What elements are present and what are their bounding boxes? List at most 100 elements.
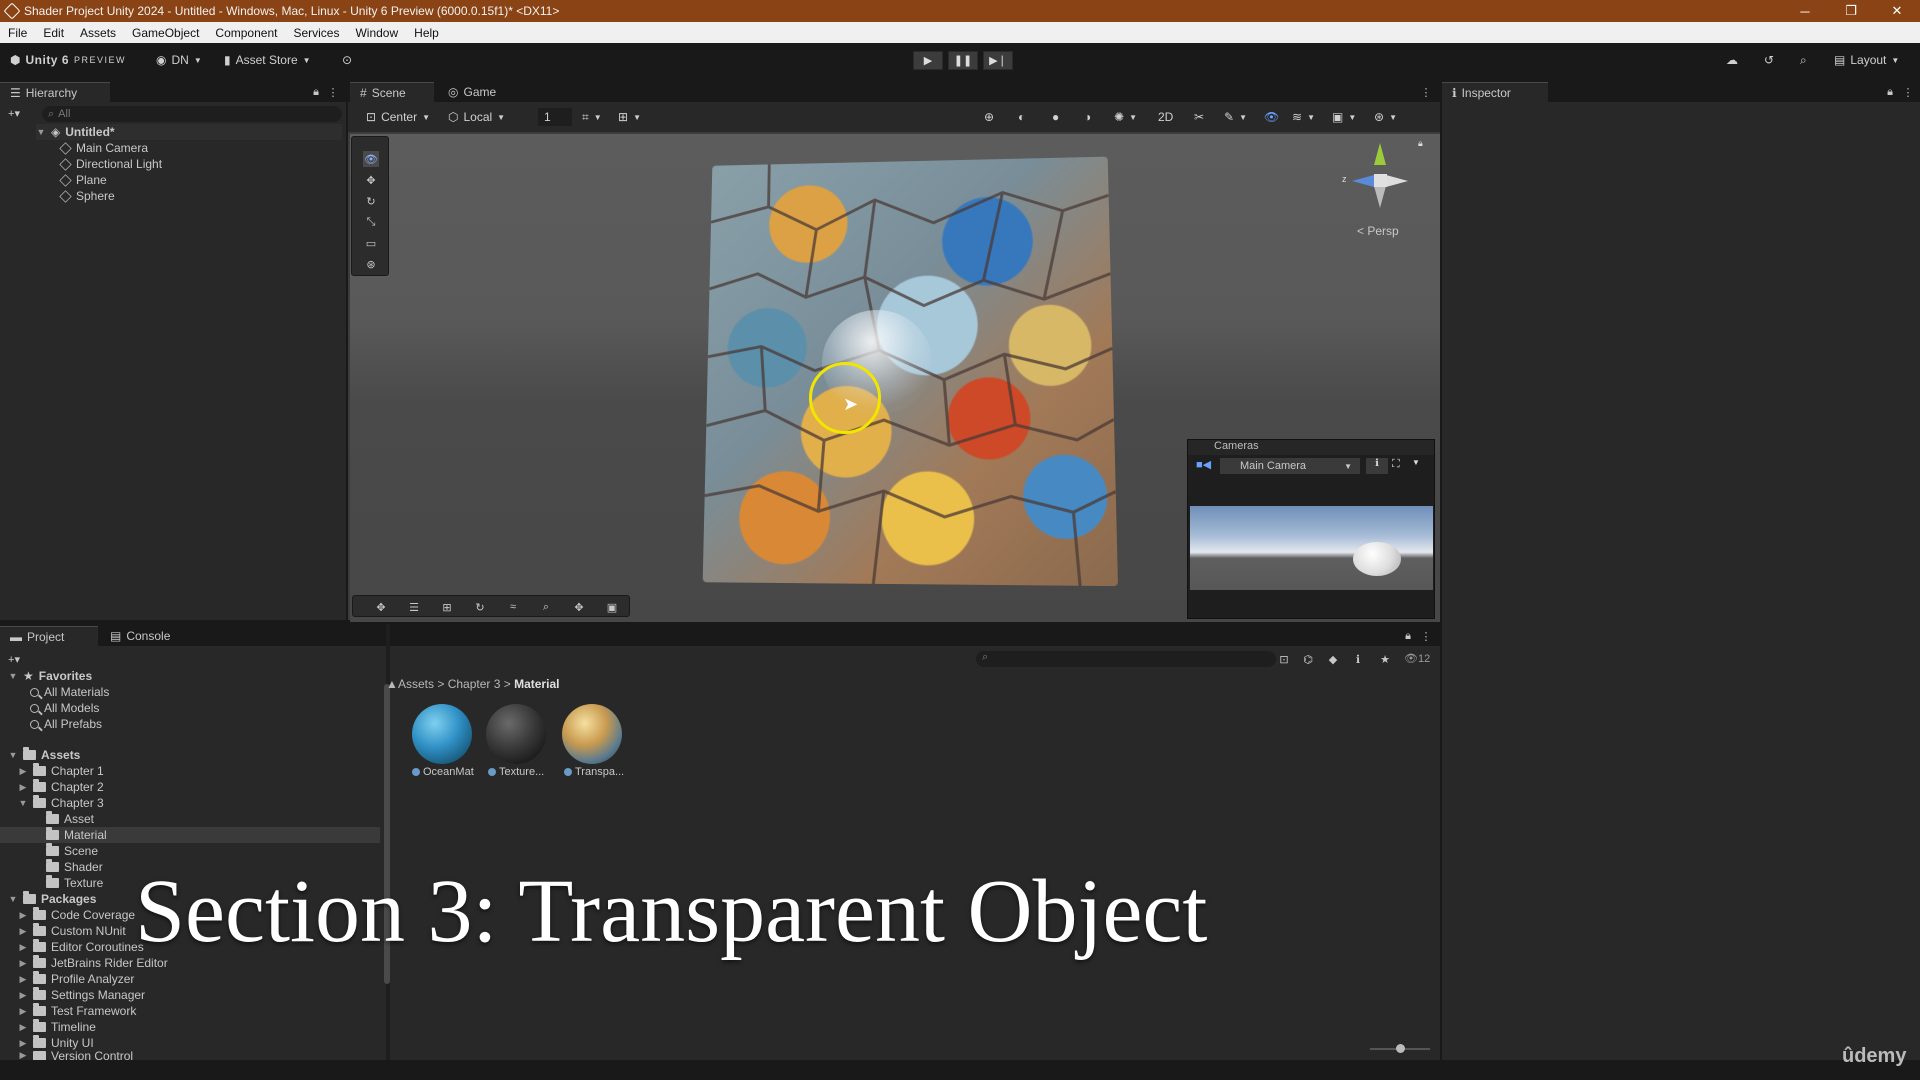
wireframe-icon[interactable]: ◐ [1018,108,1025,126]
asset-store-dropdown[interactable]: ▮ Asset Store ▼ [224,51,311,69]
package-custom-nunit[interactable]: ▶ Custom NUnit [18,923,126,939]
package-editor-coroutines[interactable]: ▶ Editor Coroutines [18,939,144,955]
2d-toggle-icon[interactable]: 2D [1158,108,1173,126]
rotate-snap-icon[interactable]: ↻ [472,599,488,615]
thumbnail-size-slider-handle[interactable] [1396,1044,1405,1053]
screenshot-icon[interactable]: ▣ [604,599,620,615]
package-unity-ui[interactable]: ▶ Unity UI [18,1035,94,1051]
visibility-icon[interactable]: 👁︎ [1264,108,1279,126]
package-test-framework[interactable]: ▶ Test Framework [18,1003,136,1019]
step-button[interactable]: ▶❘ [983,51,1013,70]
package-profile-analyzer[interactable]: ▶ Profile Analyzer [18,971,134,987]
grid-toggle-dropdown[interactable]: ⊞ ▼ [618,108,641,126]
pause-button[interactable]: ❚❚ [948,51,978,70]
folder-asset[interactable]: Asset [46,811,94,827]
lock-icon[interactable]: 🔒︎ [1882,84,1898,100]
star-icon[interactable]: ★ [1377,651,1393,667]
hierarchy-search-input[interactable]: ⌕ All [42,106,342,122]
tab-console[interactable]: ▤ Console [100,626,192,646]
add-object-button[interactable]: +▾ [6,105,22,121]
cloud-services-icon[interactable]: ⊙ [342,51,352,69]
material-label-transparent[interactable]: Transpa... [564,766,624,778]
hierarchy-item-plane[interactable]: Plane [60,172,107,188]
lock-icon[interactable]: 🔒︎ [308,84,324,100]
view-tool-icon[interactable]: 👁︎ [363,151,379,167]
rect-tool-icon[interactable]: ▭ [363,235,379,251]
surface-snap-icon[interactable]: ≈ [505,599,521,615]
material-label-oceanmat[interactable]: OceanMat [412,766,474,778]
history-icon[interactable]: ↺ [1764,51,1774,69]
effects-dropdown[interactable]: ✎ ▼ [1224,108,1247,126]
search-icon[interactable]: ⌕ [1800,51,1807,69]
camera-info-icon[interactable]: ℹ [1366,458,1388,474]
neg-y-axis-cone-icon[interactable] [1374,186,1386,208]
tab-inspector[interactable]: ℹ Inspector [1442,82,1548,102]
search-by-type-icon[interactable]: ⊡ [1276,651,1292,667]
tab-hierarchy[interactable]: ☰ Hierarchy [0,82,110,102]
account-dropdown[interactable]: ◉ DN ▼ [156,51,202,69]
menu-edit[interactable]: Edit [35,26,72,40]
kebab-menu-icon[interactable]: ⋮ [1418,628,1434,644]
y-axis-cone-icon[interactable] [1374,143,1386,165]
package-version-control[interactable]: ▶ Version Control [18,1051,133,1060]
grid-align-icon[interactable]: ⊞ [439,599,455,615]
tag-icon[interactable]: ◆ [1325,651,1341,667]
camera-settings-dropdown[interactable]: ▣ ▼ [1332,108,1356,126]
orientation-icon[interactable]: ⊕ [984,108,994,126]
camera-maximize-icon[interactable]: ⛶ [1392,458,1410,474]
material-thumbnail-transparent[interactable] [562,704,622,764]
gizmo-center-cube-icon[interactable] [1374,174,1387,187]
material-thumbnail-oceanmat[interactable] [412,704,472,764]
gizmos-dropdown[interactable]: ⊛ ▼ [1374,108,1397,126]
hierarchy-item-directional-light[interactable]: Directional Light [60,156,162,172]
assets-header[interactable]: ▼ Assets [8,747,80,763]
grid-size-field[interactable]: 1 [538,108,572,126]
x-axis-cone-icon[interactable] [1386,175,1408,187]
menu-window[interactable]: Window [347,26,406,40]
tab-scene[interactable]: # Scene [350,82,434,102]
scene-root-item[interactable]: ▼ ◈ Untitled* [36,124,342,140]
kebab-menu-icon[interactable]: ⋮ [1900,84,1916,100]
material-thumbnail-texture[interactable] [486,704,546,764]
kebab-menu-icon[interactable]: ⋮ [325,84,341,100]
menu-gameobject[interactable]: GameObject [124,26,207,40]
cloud-icon[interactable]: ☁ [1726,51,1738,69]
breadcrumb-material[interactable]: Material [514,677,559,691]
breadcrumb-assets[interactable]: Assets [398,677,434,691]
close-button[interactable]: ✕ [1874,0,1920,22]
layout-dropdown[interactable]: ▤ Layout ▼ [1834,51,1899,69]
folder-material[interactable]: Material [46,827,107,843]
search-by-label-icon[interactable]: ⌬ [1300,651,1316,667]
material-label-texture[interactable]: Texture... [488,766,544,778]
hierarchy-item-main-camera[interactable]: Main Camera [60,140,148,156]
minimize-button[interactable]: ─ [1782,0,1828,22]
align-icon[interactable]: ☰ [406,599,422,615]
grid-snap-dropdown[interactable]: ⌗ ▼ [582,108,602,126]
restore-button[interactable]: ❐ [1828,0,1874,22]
play-button[interactable]: ▶ [913,51,943,70]
folder-shader[interactable]: Shader [46,859,103,875]
tab-game[interactable]: ◎ Game [438,82,508,102]
menu-component[interactable]: Component [207,26,285,40]
move-tool-icon[interactable]: ✥ [363,172,379,188]
project-search-input[interactable]: ⌕ [976,651,1276,667]
folder-chapter-1[interactable]: ▶ Chapter 1 [18,763,104,779]
package-code-coverage[interactable]: ▶ Code Coverage [18,907,135,923]
folder-scene[interactable]: Scene [46,843,98,859]
pan-icon[interactable]: ✥ [571,599,587,615]
menu-services[interactable]: Services [285,26,347,40]
folder-chapter-3[interactable]: ▼ Chapter 3 [18,795,104,811]
space-local-dropdown[interactable]: ⬡ Local ▼ [448,108,505,126]
shaded-icon[interactable]: ● [1052,108,1059,126]
favorites-header[interactable]: ▼ ★ Favorites [8,668,92,684]
camera-select-dropdown[interactable]: Main Camera ▼ [1220,458,1360,474]
breadcrumb-chapter-3[interactable]: Chapter 3 [448,677,501,691]
create-asset-button[interactable]: +▾ [6,651,22,667]
chevron-down-icon[interactable]: ▼ [1412,458,1426,474]
kebab-menu-icon[interactable]: ⋮ [1418,84,1434,100]
packages-header[interactable]: ▼ Packages [8,891,96,907]
favorite-all-materials[interactable]: All Materials [30,684,109,700]
folder-texture[interactable]: Texture [46,875,103,891]
move-snap-icon[interactable]: ✥ [373,599,389,615]
pivot-center-dropdown[interactable]: ⊡ Center ▼ [366,108,430,126]
